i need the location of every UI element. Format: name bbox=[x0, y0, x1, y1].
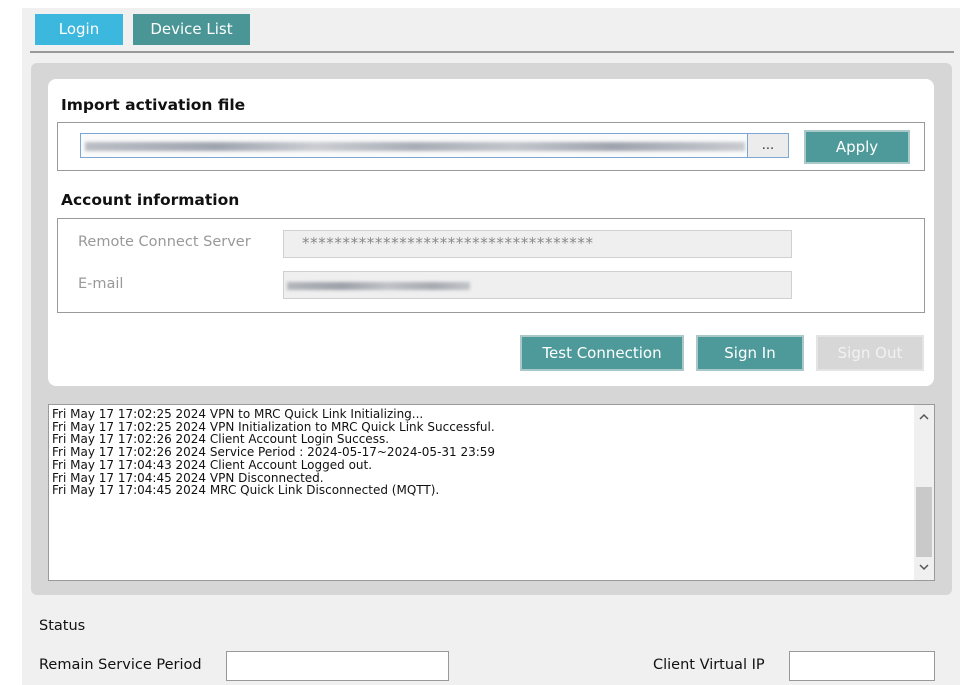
test-connection-button[interactable]: Test Connection bbox=[520, 335, 684, 371]
tab-login[interactable]: Login bbox=[35, 14, 123, 45]
redacted-file-path bbox=[85, 142, 745, 151]
browse-button[interactable]: ... bbox=[747, 133, 789, 158]
status-title: Status bbox=[39, 618, 86, 634]
scrollbar-thumb[interactable] bbox=[916, 487, 932, 557]
server-field[interactable]: ************************************ bbox=[283, 230, 792, 258]
account-title: Account information bbox=[61, 191, 240, 209]
log-line: Fri May 17 17:02:25 2024 VPN to MRC Quic… bbox=[52, 407, 424, 421]
server-value: ************************************ bbox=[302, 234, 594, 252]
tab-divider bbox=[30, 51, 954, 53]
server-label: Remote Connect Server bbox=[78, 234, 251, 250]
tab-device-list[interactable]: Device List bbox=[133, 14, 250, 45]
chevron-down-icon[interactable] bbox=[914, 558, 934, 576]
chevron-up-icon[interactable] bbox=[914, 408, 934, 426]
apply-button[interactable]: Apply bbox=[804, 130, 910, 164]
client-virtual-ip-label: Client Virtual IP bbox=[653, 657, 765, 673]
redacted-email bbox=[287, 282, 470, 290]
remain-service-period-label: Remain Service Period bbox=[39, 657, 202, 673]
sign-in-button[interactable]: Sign In bbox=[696, 335, 804, 371]
import-title: Import activation file bbox=[61, 96, 246, 114]
activation-file-field[interactable] bbox=[80, 133, 753, 158]
log-textarea[interactable]: Fri May 17 17:02:25 2024 VPN to MRC Quic… bbox=[48, 404, 935, 581]
email-label: E-mail bbox=[78, 276, 124, 292]
log-lines: Fri May 17 17:02:25 2024 VPN to MRC Quic… bbox=[52, 408, 912, 497]
log-scrollbar[interactable] bbox=[914, 405, 934, 580]
email-field[interactable] bbox=[283, 271, 792, 299]
sign-out-button: Sign Out bbox=[816, 335, 924, 371]
client-virtual-ip-field[interactable] bbox=[789, 651, 935, 681]
log-line: Fri May 17 17:04:43 2024 Client Account … bbox=[52, 457, 373, 472]
log-line: Fri May 17 17:04:45 2024 MRC Quick Link … bbox=[52, 483, 440, 498]
log-line: Fri May 17 17:02:26 2024 Service Period … bbox=[52, 445, 496, 460]
remain-service-period-field[interactable] bbox=[226, 651, 449, 681]
